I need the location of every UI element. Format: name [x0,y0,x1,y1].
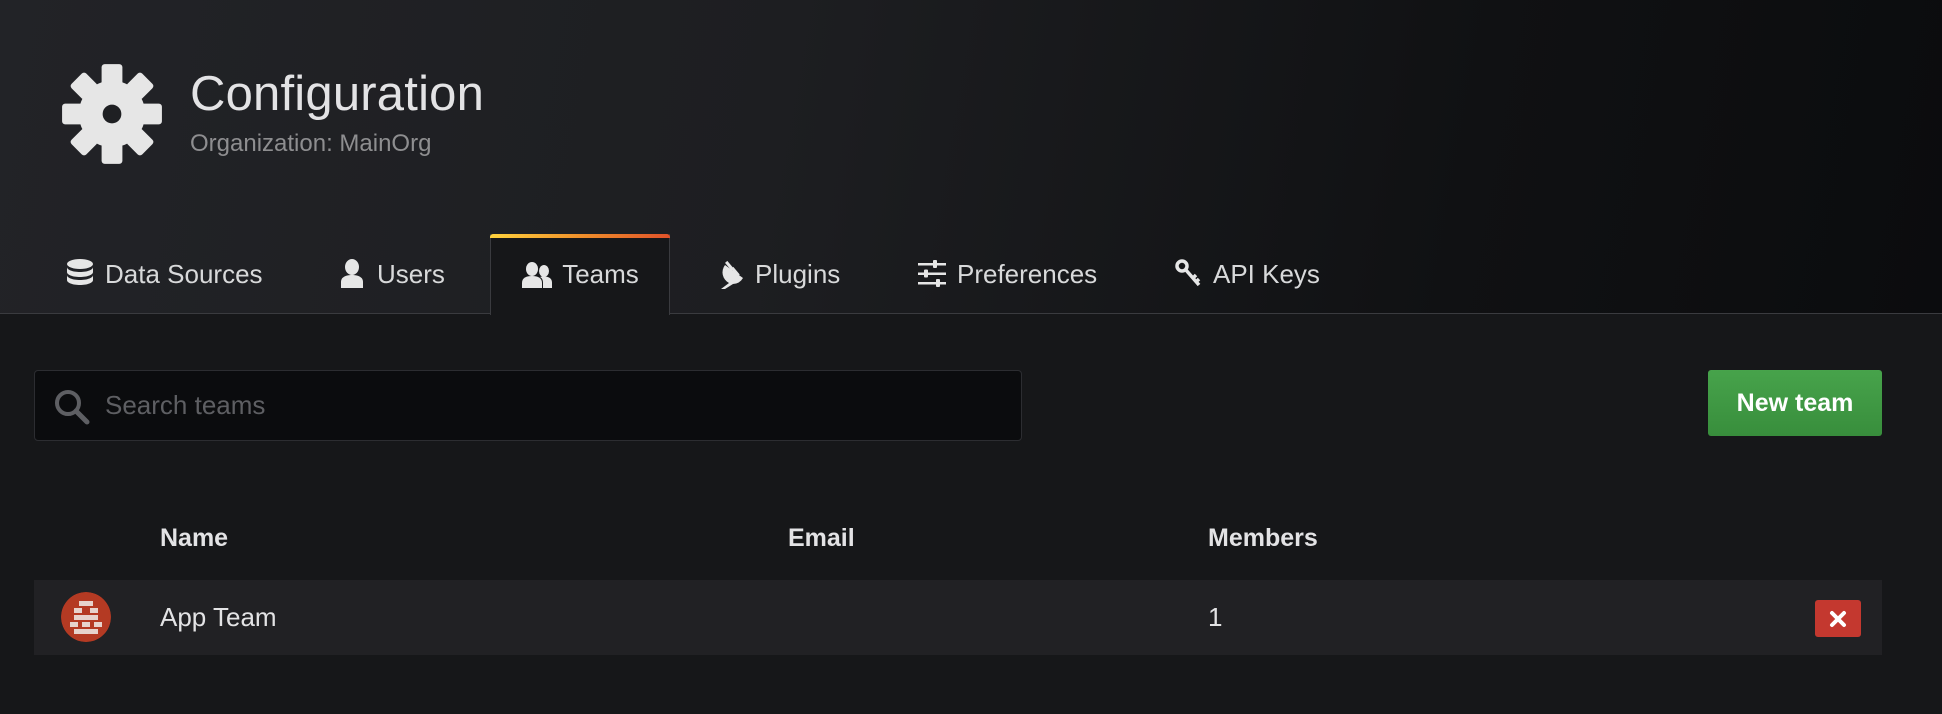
search-input[interactable] [105,371,1005,440]
tab-label: Plugins [755,258,841,289]
plug-icon [714,258,746,290]
user-icon [336,258,368,290]
tab-data-sources[interactable]: Data Sources [64,234,263,314]
close-icon [1830,610,1846,627]
avatar[interactable] [61,592,111,642]
tab-label: Data Sources [105,258,263,289]
page-title: Configuration [190,67,485,121]
team-name[interactable]: App Team [160,602,277,633]
page-header: Configuration Organization: MainOrg Data… [0,0,1942,315]
page-subtitle: Organization: MainOrg [190,130,432,157]
tab-teams[interactable]: Teams [490,234,670,315]
tab-plugins[interactable]: Plugins [714,234,840,314]
gear-icon [62,64,162,164]
tab-label: Users [377,258,445,289]
column-header-email: Email [788,524,855,552]
new-team-button[interactable]: New team [1708,370,1882,436]
tab-label: Teams [562,259,639,289]
database-icon [64,258,96,290]
delete-team-button[interactable] [1815,600,1861,637]
tab-bar: Data Sources Users Teams Plugins Prefere… [0,234,1942,315]
users-icon [521,259,553,291]
key-icon [1172,258,1204,290]
sliders-icon [916,258,948,290]
tab-preferences[interactable]: Preferences [916,234,1097,314]
tab-label: Preferences [957,258,1098,289]
tab-api-keys[interactable]: API Keys [1172,234,1320,314]
column-header-name: Name [160,524,229,552]
search-icon [55,390,90,425]
column-header-members: Members [1208,524,1318,552]
tab-users[interactable]: Users [336,234,445,314]
tab-label: API Keys [1213,258,1320,289]
team-members-count: 1 [1208,602,1223,632]
search-box [34,370,1022,441]
table-row[interactable]: App Team 1 [34,580,1882,655]
